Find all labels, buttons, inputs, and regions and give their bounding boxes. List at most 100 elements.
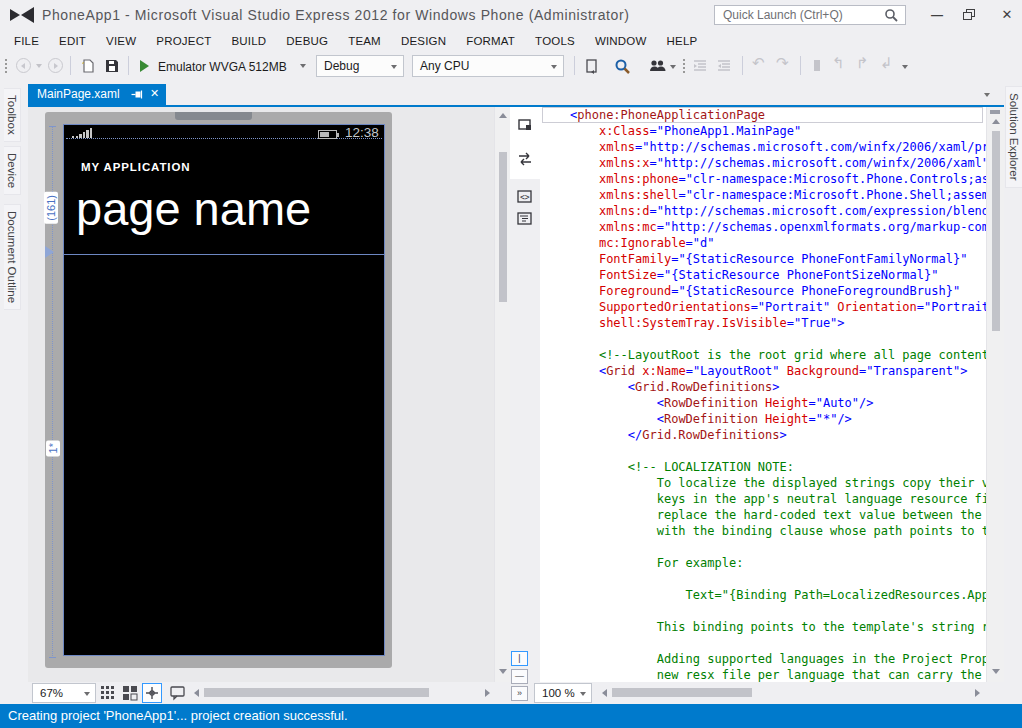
- code-line: <Grid x:Name="LayoutRoot" Background="Tr…: [570, 363, 986, 379]
- code-line: <Grid.RowDefinitions>: [570, 379, 986, 395]
- code-line: SupportedOrientations="Portrait" Orienta…: [570, 299, 986, 315]
- outdent-icon[interactable]: [716, 58, 733, 74]
- menu-design[interactable]: DESIGN: [391, 31, 456, 51]
- swap-panes-icon[interactable]: [517, 151, 533, 167]
- menu-edit[interactable]: EDIT: [49, 31, 96, 51]
- configuration-select[interactable]: Debug: [316, 55, 404, 77]
- code-line: <RowDefinition Height="*"/>: [570, 411, 986, 427]
- minimize-button[interactable]: —: [924, 8, 950, 23]
- debug-target-caret[interactable]: [300, 64, 306, 68]
- sidebar-tab-toolbox[interactable]: Toolbox: [4, 88, 21, 142]
- document-tab-strip: MainPage.xaml ✕: [28, 84, 1004, 107]
- navigate-back-button[interactable]: [16, 58, 31, 73]
- editor-horizontal-scrollbar[interactable]: [600, 684, 982, 701]
- code-line: xmlns:x="http://schemas.microsoft.com/wi…: [570, 155, 986, 171]
- menu-file[interactable]: FILE: [4, 31, 49, 51]
- grid-row-marker[interactable]: [45, 246, 54, 258]
- code-line: <RowDefinition Height="Auto"/>: [570, 395, 986, 411]
- team-caret[interactable]: [670, 65, 676, 69]
- toolbar-overflow-caret[interactable]: [902, 65, 908, 69]
- editor-vertical-scrollbar[interactable]: [986, 107, 1004, 682]
- pin-icon[interactable]: [131, 89, 143, 100]
- bookmark-icon[interactable]: [810, 58, 824, 73]
- status-bar-time: 12:38: [345, 125, 379, 140]
- attach-icon[interactable]: [584, 58, 601, 75]
- menu-window[interactable]: WINDOW: [585, 31, 657, 51]
- menu-build[interactable]: BUILD: [221, 31, 276, 51]
- search-icon[interactable]: [884, 8, 898, 22]
- xaml-editor[interactable]: <phone:PhoneApplicationPage x:Class="Pho…: [540, 107, 986, 682]
- team-icon[interactable]: [648, 58, 666, 74]
- menu-bar: FILEEDITVIEWPROJECTBUILDDEBUGTEAMDESIGNF…: [0, 30, 1022, 52]
- editor-zoom-select[interactable]: 100 %: [534, 683, 592, 703]
- navigate-forward-button[interactable]: [48, 58, 63, 73]
- sidebar-tab-document-outline[interactable]: Document Outline: [4, 204, 21, 310]
- status-bar: Creating project 'PhoneApp1'... project …: [0, 704, 1022, 728]
- code-line: x:Class="PhoneApp1.MainPage": [570, 123, 986, 139]
- menu-tools[interactable]: TOOLS: [525, 31, 585, 51]
- redo-icon[interactable]: ↷: [776, 54, 789, 72]
- close-icon[interactable]: ✕: [150, 87, 159, 100]
- find-icon[interactable]: [614, 58, 631, 75]
- navigate-back-caret[interactable]: [36, 64, 42, 68]
- doc-well-caret[interactable]: [984, 93, 990, 97]
- code-line: FontFamily="{StaticResource PhoneFontFam…: [570, 251, 986, 267]
- designer-horizontal-scrollbar[interactable]: [192, 684, 492, 701]
- vertical-split-button[interactable]: ❘: [511, 651, 528, 666]
- menu-help[interactable]: HELP: [657, 31, 708, 51]
- page-title-text[interactable]: page name: [76, 181, 311, 236]
- undo-icon[interactable]: ↶: [752, 54, 765, 72]
- expand-pane-button[interactable]: »: [511, 686, 528, 701]
- xaml-view-icon[interactable]: <>: [517, 189, 533, 205]
- next-bookmark-icon[interactable]: ↱: [856, 54, 869, 72]
- indent-icon[interactable]: [692, 58, 709, 74]
- document-outline-icon[interactable]: [517, 211, 533, 227]
- code-line: [570, 443, 986, 459]
- status-text: Creating project 'PhoneApp1'... project …: [8, 708, 348, 723]
- design-view-icon[interactable]: [517, 117, 533, 133]
- code-line: xmlns:shell="clr-namespace:Microsoft.Pho…: [570, 187, 986, 203]
- snap-grid-icon[interactable]: [122, 685, 138, 701]
- debug-target-button[interactable]: Emulator WVGA 512MB: [158, 60, 287, 74]
- code-line: xmlns:mc="http://schemas.openxmlformats.…: [570, 219, 986, 235]
- code-line: with the binding clause whose path point…: [570, 523, 986, 539]
- toolbar-grip[interactable]: [4, 58, 8, 74]
- show-grid-icon[interactable]: [100, 685, 114, 699]
- prev-bookmark-icon[interactable]: ↰: [832, 54, 845, 72]
- toolbar-grip-2[interactable]: [682, 58, 686, 74]
- grid-row-star-label[interactable]: 1*: [46, 440, 60, 456]
- sidebar-tab-solution-explorer[interactable]: Solution Explorer: [1005, 86, 1022, 188]
- sidebar-tab-device[interactable]: Device: [4, 146, 21, 195]
- new-file-button[interactable]: [80, 58, 96, 74]
- designer-pane: 12:38 MY APPLICATION page name (161) 1*: [28, 107, 494, 682]
- designer-zoom-select[interactable]: 67%: [32, 683, 96, 703]
- left-autohide-strip: Toolbox Device Document Outline: [0, 80, 28, 704]
- annotations-icon[interactable]: [170, 685, 186, 701]
- designer-vertical-scrollbar[interactable]: [494, 107, 510, 682]
- menu-debug[interactable]: DEBUG: [276, 31, 338, 51]
- menu-team[interactable]: TEAM: [338, 31, 391, 51]
- svg-text:<>: <>: [520, 193, 530, 202]
- menu-view[interactable]: VIEW: [96, 31, 146, 51]
- menu-format[interactable]: FORMAT: [456, 31, 525, 51]
- horizontal-split-button[interactable]: —: [511, 669, 528, 684]
- restore-button[interactable]: [958, 8, 984, 23]
- grid-row-height-label[interactable]: (161): [44, 192, 58, 224]
- code-text[interactable]: <phone:PhoneApplicationPage x:Class="Pho…: [570, 107, 986, 682]
- start-debugging-icon[interactable]: [140, 60, 149, 72]
- document-tab-mainpage[interactable]: MainPage.xaml ✕: [28, 84, 166, 105]
- designer-bottom-bar: 67%: [28, 682, 510, 704]
- menu-project[interactable]: PROJECT: [146, 31, 221, 51]
- app-title-text[interactable]: MY APPLICATION: [81, 161, 191, 173]
- editor-split-grip[interactable]: [990, 110, 1000, 114]
- code-line: FontSize="{StaticResource PhoneFontSizeN…: [570, 267, 986, 283]
- save-button[interactable]: [104, 58, 120, 74]
- snaplines-toggle[interactable]: [142, 683, 162, 703]
- platform-select[interactable]: Any CPU: [412, 55, 564, 77]
- phone-screen[interactable]: 12:38 MY APPLICATION page name: [63, 124, 385, 656]
- clear-bookmarks-icon[interactable]: ↲: [880, 54, 893, 72]
- vs-window: PhoneApp1 - Microsoft Visual Studio Expr…: [0, 0, 1022, 728]
- close-button[interactable]: ✕: [994, 8, 1020, 23]
- code-line: Foreground="{StaticResource PhoneForegro…: [570, 283, 986, 299]
- quick-launch-input[interactable]: Quick Launch (Ctrl+Q): [714, 5, 906, 25]
